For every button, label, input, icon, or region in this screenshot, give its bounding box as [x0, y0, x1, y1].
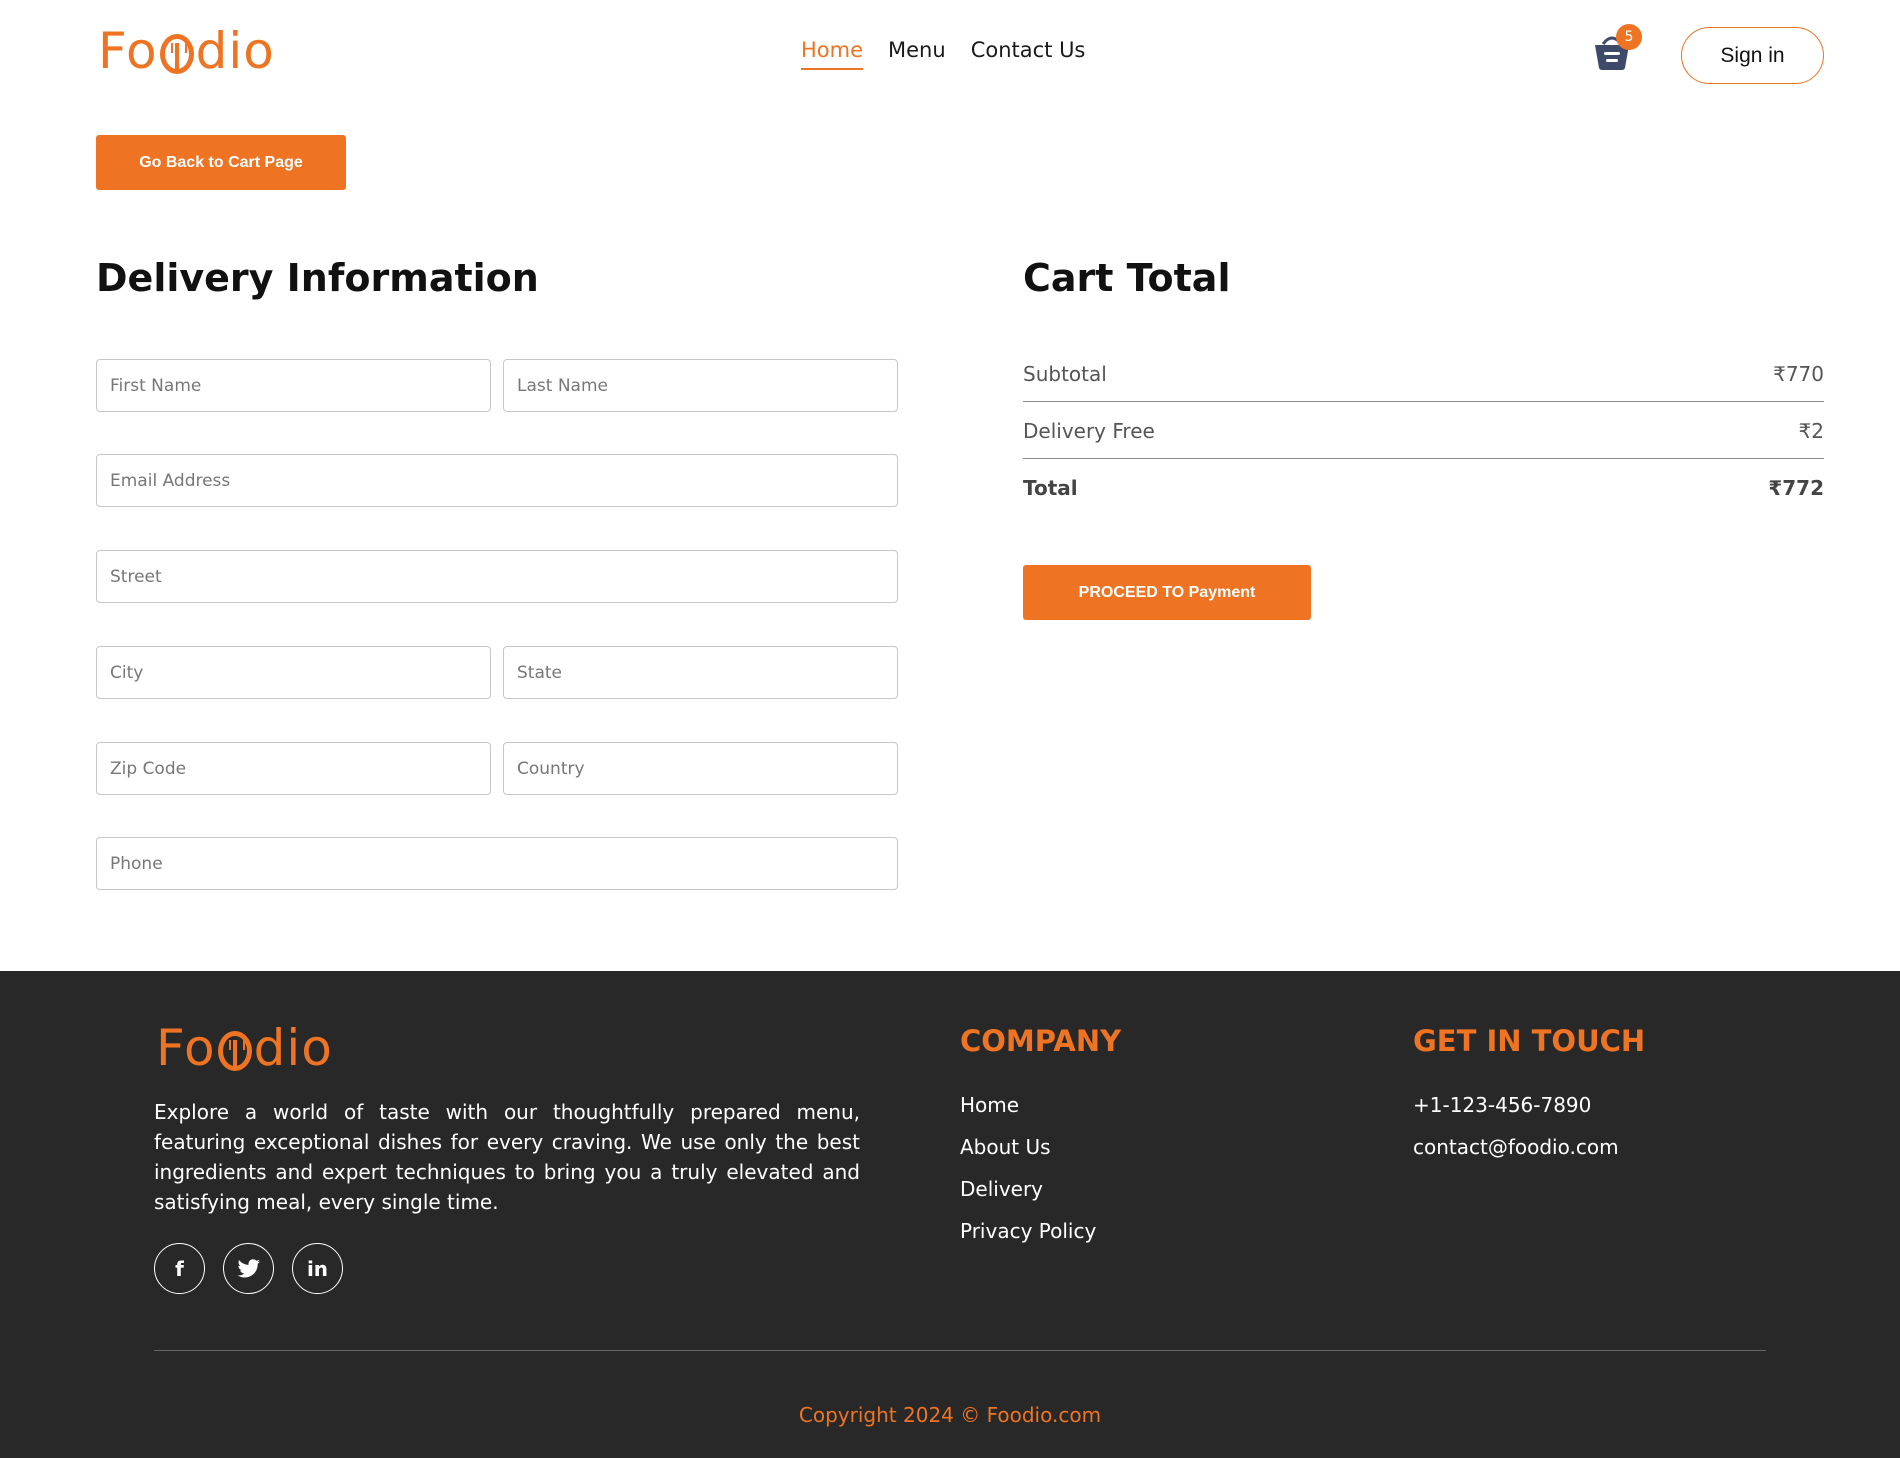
state-input[interactable]	[517, 647, 897, 698]
nav-contact[interactable]: Contact Us	[971, 38, 1086, 70]
company-title: COMPANY	[960, 1024, 1122, 1058]
footer-link-home[interactable]: Home	[960, 1093, 1096, 1118]
fork-plate-icon	[217, 1031, 252, 1071]
main-nav: Home Menu Contact Us	[801, 38, 1085, 70]
logo-text-start: Fo	[156, 1019, 216, 1077]
footer-divider	[154, 1350, 1766, 1351]
nav-menu[interactable]: Menu	[888, 38, 946, 70]
footer-description: Explore a world of taste with our though…	[154, 1100, 860, 1214]
copyright-text: Copyright 2024 © Foodio.com	[798, 1403, 1102, 1427]
subtotal-value: ₹770	[1773, 362, 1824, 386]
cart-divider	[1023, 401, 1824, 402]
country-field[interactable]	[503, 742, 898, 795]
social-links: f in	[154, 1243, 343, 1294]
facebook-glyph: f	[175, 1256, 184, 1281]
logo-text-end: dio	[195, 22, 275, 80]
total-row: Total ₹772	[1023, 476, 1824, 500]
first-name-input[interactable]	[110, 360, 490, 411]
city-field[interactable]	[96, 646, 491, 699]
footer-link-delivery[interactable]: Delivery	[960, 1177, 1096, 1202]
contact-email[interactable]: contact@foodio.com	[1413, 1135, 1619, 1160]
twitter-bird-glyph	[237, 1258, 260, 1277]
delivery-fee-label: Delivery Free	[1023, 419, 1155, 443]
fork-plate-icon	[159, 34, 194, 74]
footer-link-privacy[interactable]: Privacy Policy	[960, 1219, 1096, 1244]
cart-divider	[1023, 458, 1824, 459]
phone-input[interactable]	[110, 838, 897, 889]
contact-list: +1-123-456-7890 contact@foodio.com	[1413, 1093, 1619, 1160]
subtotal-label: Subtotal	[1023, 362, 1107, 386]
email-input[interactable]	[110, 455, 897, 506]
delivery-fee-row: Delivery Free ₹2	[1023, 419, 1824, 443]
street-field[interactable]	[96, 550, 898, 603]
linkedin-icon[interactable]: in	[292, 1243, 343, 1294]
phone-field[interactable]	[96, 837, 898, 890]
total-value: ₹772	[1768, 476, 1824, 500]
zip-code-input[interactable]	[110, 743, 490, 794]
company-links: Home About Us Delivery Privacy Policy	[960, 1093, 1096, 1244]
linkedin-glyph: in	[306, 1256, 329, 1281]
last-name-field[interactable]	[503, 359, 898, 412]
footer-link-about[interactable]: About Us	[960, 1135, 1096, 1160]
total-label: Total	[1023, 476, 1078, 500]
sign-in-button[interactable]: Sign in	[1681, 27, 1824, 84]
last-name-input[interactable]	[517, 360, 897, 411]
contact-title: GET IN TOUCH	[1413, 1024, 1646, 1058]
city-input[interactable]	[110, 647, 490, 698]
nav-home[interactable]: Home	[801, 38, 864, 70]
delivery-fee-value: ₹2	[1798, 419, 1824, 443]
cart-button[interactable]: 5	[1592, 24, 1642, 72]
footer-logo[interactable]: Fo dio	[156, 1019, 333, 1077]
twitter-icon[interactable]	[223, 1243, 274, 1294]
facebook-icon[interactable]: f	[154, 1243, 205, 1294]
logo-text-start: Fo	[98, 22, 158, 80]
footer: Fo dio Explore a world of taste with our …	[0, 971, 1900, 1458]
state-field[interactable]	[503, 646, 898, 699]
street-input[interactable]	[110, 551, 897, 602]
email-field[interactable]	[96, 454, 898, 507]
subtotal-row: Subtotal ₹770	[1023, 362, 1824, 386]
back-to-cart-button[interactable]: Go Back to Cart Page	[96, 135, 346, 190]
proceed-to-payment-button[interactable]: PROCEED TO Payment	[1023, 565, 1311, 620]
first-name-field[interactable]	[96, 359, 491, 412]
brand-logo[interactable]: Fo dio	[98, 22, 275, 80]
cart-count-badge: 5	[1616, 24, 1642, 50]
delivery-title: Delivery Information	[96, 256, 539, 300]
cart-total-title: Cart Total	[1023, 256, 1231, 300]
country-input[interactable]	[517, 743, 897, 794]
zip-code-field[interactable]	[96, 742, 491, 795]
logo-text-end: dio	[253, 1019, 333, 1077]
contact-phone[interactable]: +1-123-456-7890	[1413, 1093, 1619, 1118]
